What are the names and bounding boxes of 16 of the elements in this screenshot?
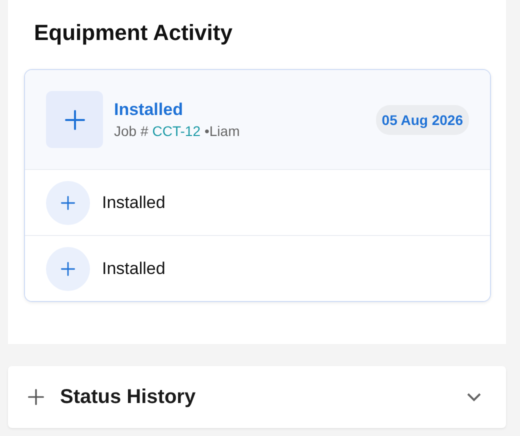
chevron-icon	[466, 392, 482, 402]
activity-row[interactable]: Installed	[25, 235, 490, 301]
activity-label: Installed	[114, 100, 184, 120]
plus-icon	[61, 196, 75, 210]
job-prefix: Job #	[114, 123, 148, 139]
plus-icon	[61, 262, 75, 276]
date-badge: 05 Aug 2026	[376, 104, 469, 134]
section-title: Equipment Activity	[34, 20, 234, 46]
activity-label: Installed	[102, 258, 166, 278]
plus-icon	[64, 110, 84, 130]
activity-label: Installed	[102, 192, 166, 212]
plus-icon	[28, 389, 44, 405]
activity-row[interactable]: Installed Job # CCT-12 •Liam 05 Aug 2026	[25, 70, 490, 169]
user-name: •Liam	[204, 123, 240, 139]
activity-row[interactable]: Installed	[25, 169, 490, 235]
status-history-accordion[interactable]: Status History	[8, 366, 506, 428]
